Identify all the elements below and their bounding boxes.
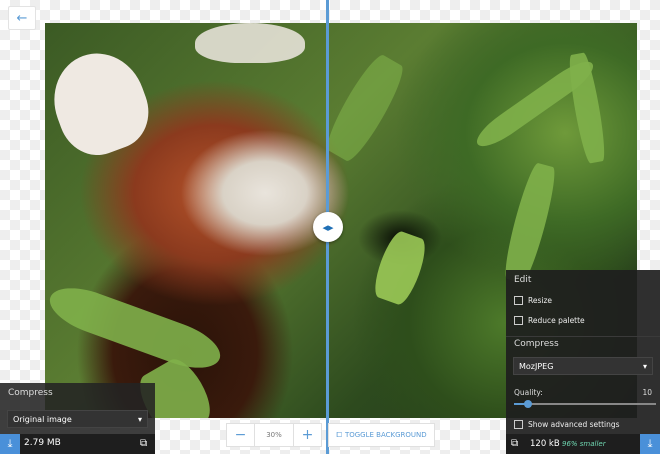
reduce-palette-label: Reduce palette — [528, 316, 585, 325]
zoom-control: − 30% + — [226, 423, 322, 447]
background-icon: ⧠ — [336, 430, 342, 439]
chevron-down-icon: ▾ — [642, 361, 647, 371]
download-icon: ⤓ — [7, 437, 13, 450]
back-button[interactable]: ← — [8, 6, 36, 30]
resize-checkbox[interactable] — [514, 296, 523, 305]
quality-slider[interactable] — [514, 400, 656, 408]
left-download-button[interactable]: ⤓ — [0, 434, 20, 454]
resize-label: Resize — [528, 296, 553, 305]
leaf — [369, 228, 431, 308]
right-download-button[interactable]: ⤓ — [640, 434, 660, 454]
panda-ear — [195, 23, 305, 63]
download-icon: ⤓ — [647, 437, 653, 450]
chevron-down-icon: ▾ — [137, 414, 142, 424]
left-file-size: 2.79 MB — [24, 438, 61, 448]
left-method-select[interactable]: Original image ▾ — [7, 410, 148, 428]
arrow-left-icon: ← — [16, 10, 28, 26]
leaf — [320, 50, 410, 166]
quality-value[interactable]: 10 — [642, 388, 652, 397]
toggle-background-label: TOGGLE BACKGROUND — [344, 431, 427, 439]
leaf — [565, 51, 609, 165]
reduce-palette-checkbox[interactable] — [514, 316, 523, 325]
left-compress-heading: Compress — [8, 388, 53, 398]
copy-icon: ⧉ — [140, 438, 148, 449]
right-method-value: MozJPEG — [519, 361, 554, 371]
right-copy-settings-button[interactable]: ⧉ — [511, 438, 518, 449]
right-compress-heading: Compress — [506, 336, 660, 349]
arrows-horizontal-icon: ◂▸ — [322, 220, 334, 234]
advanced-settings-label: Show advanced settings — [528, 420, 620, 429]
leaf — [45, 278, 227, 378]
right-options-panel: Edit Resize Reduce palette Compress MozJ… — [506, 270, 660, 434]
reduce-palette-option[interactable]: Reduce palette — [514, 316, 585, 325]
quality-label: Quality: — [514, 388, 543, 397]
toggle-background-button[interactable]: ⧠ TOGGLE BACKGROUND — [328, 423, 435, 447]
zoom-out-button[interactable]: − — [227, 424, 254, 446]
advanced-settings-option[interactable]: Show advanced settings — [514, 420, 620, 429]
right-results-bar: ⧉ 120 kB 96% smaller — [506, 434, 660, 454]
leaf — [499, 161, 561, 285]
advanced-settings-checkbox[interactable] — [514, 420, 523, 429]
left-copy-settings-button[interactable]: ⧉ — [140, 438, 147, 449]
edit-heading: Edit — [514, 275, 532, 285]
zoom-value[interactable]: 30% — [254, 424, 294, 446]
zoom-in-button[interactable]: + — [294, 424, 321, 446]
copy-icon: ⧉ — [511, 438, 519, 449]
quality-slider-thumb[interactable] — [524, 400, 533, 408]
left-method-value: Original image — [13, 414, 72, 424]
savings-text: 96% smaller — [562, 440, 606, 448]
right-file-size: 120 kB — [530, 439, 560, 449]
resize-option[interactable]: Resize — [514, 296, 552, 305]
split-handle[interactable]: ◂▸ — [313, 212, 343, 242]
panda-ear — [45, 40, 160, 166]
right-method-select[interactable]: MozJPEG ▾ — [513, 357, 653, 375]
